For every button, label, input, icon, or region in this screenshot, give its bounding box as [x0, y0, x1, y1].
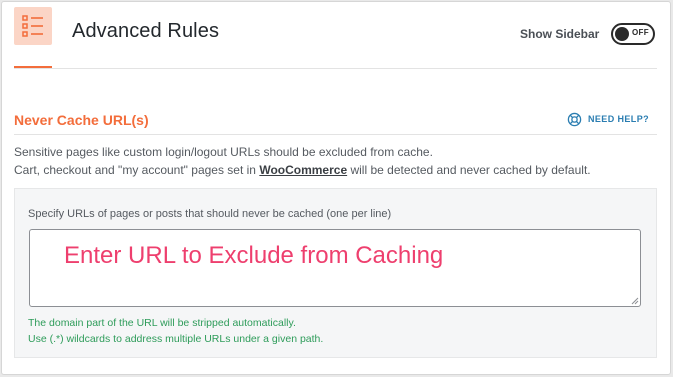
page-header: Advanced Rules Show Sidebar OFF: [2, 2, 670, 70]
description-line-2: Cart, checkout and "my account" pages se…: [14, 163, 591, 177]
never-cache-urls-textarea[interactable]: [29, 229, 641, 307]
never-cache-settings-box: Specify URLs of pages or posts that shou…: [14, 188, 657, 358]
woocommerce-link[interactable]: WooCommerce: [259, 163, 347, 177]
resize-handle-icon[interactable]: [631, 297, 639, 305]
settings-panel: Advanced Rules Show Sidebar OFF Never Ca…: [1, 1, 671, 375]
hint-domain-stripped: The domain part of the URL will be strip…: [28, 317, 296, 329]
hint-wildcards: Use (.*) wildcards to address multiple U…: [28, 333, 324, 345]
section-divider: [14, 134, 657, 135]
need-help-label: NEED HELP?: [588, 114, 650, 124]
toggle-knob: [615, 27, 629, 41]
list-settings-icon: [22, 15, 43, 37]
show-sidebar-toggle[interactable]: OFF: [611, 23, 655, 45]
toggle-state-text: OFF: [632, 28, 649, 37]
description-line-1: Sensitive pages like custom login/logout…: [14, 145, 433, 159]
show-sidebar-label: Show Sidebar: [520, 27, 600, 41]
page-title: Advanced Rules: [72, 20, 220, 42]
description-line-2-end: will be detected and never cached by def…: [347, 163, 591, 177]
section-title: Never Cache URL(s): [14, 112, 149, 128]
rules-tab-logo[interactable]: [14, 7, 52, 45]
url-field-label: Specify URLs of pages or posts that shou…: [28, 208, 392, 220]
description-line-2-start: Cart, checkout and "my account" pages se…: [14, 163, 260, 177]
lifebuoy-icon: [567, 112, 582, 126]
header-divider: [14, 68, 657, 69]
need-help-link[interactable]: NEED HELP?: [567, 110, 649, 128]
